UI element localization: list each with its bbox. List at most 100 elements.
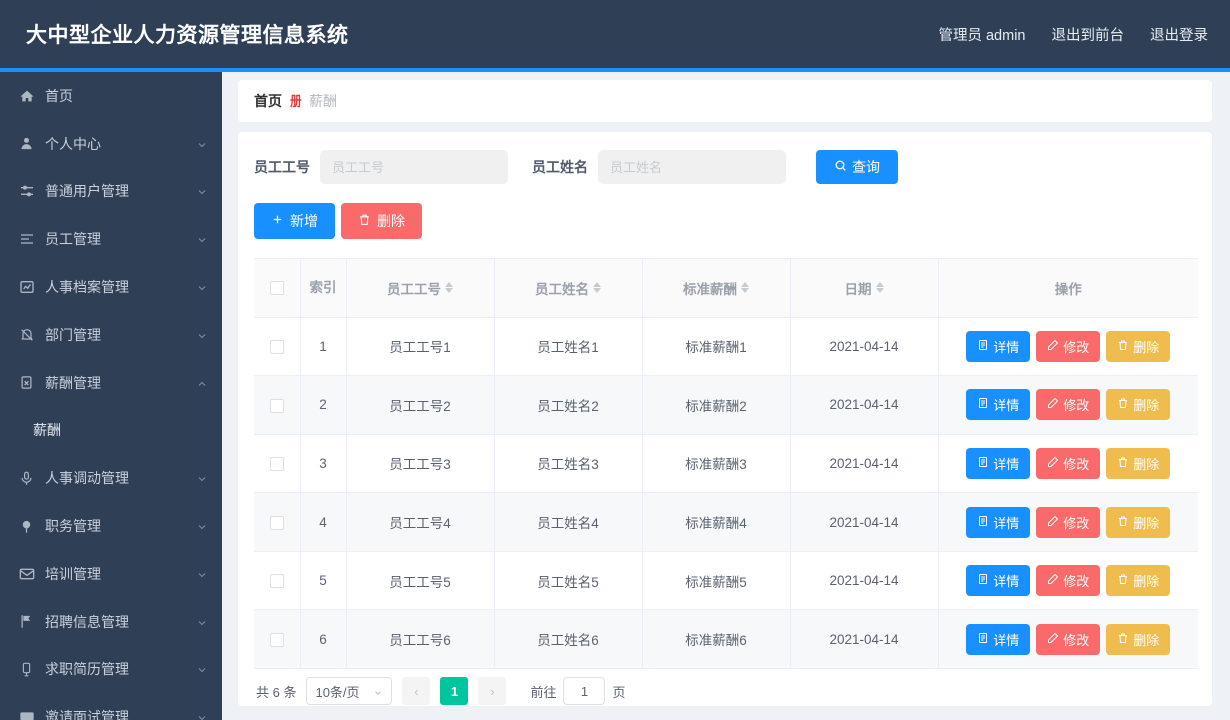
table-row: 5 员工工号5 员工姓名5 标准薪酬5 2021-04-14 详情 修改 删除 bbox=[254, 551, 1198, 611]
sidebar-subitem-salary[interactable]: 薪酬 bbox=[0, 407, 222, 455]
sidebar-item-transfer-mgmt[interactable]: 人事调动管理 bbox=[0, 454, 222, 502]
sidebar-item-label: 普通用户管理 bbox=[45, 183, 129, 200]
cell-date: 2021-04-14 bbox=[790, 551, 939, 611]
user-icon bbox=[18, 135, 35, 152]
search-form: 员工工号 员工姓名 查询 bbox=[254, 150, 1198, 184]
cell-index: 1 bbox=[300, 317, 347, 377]
sidebar-item-label: 求职简历管理 bbox=[45, 661, 129, 678]
sidebar-item-training-mgmt[interactable]: 培训管理 bbox=[0, 550, 222, 598]
chevron-down-icon bbox=[196, 185, 208, 197]
salary-table: 索引 员工工号 员工姓名 标准薪酬 日期 操作 1 员工工号1 员工姓名1 标准… bbox=[254, 258, 1198, 670]
document-icon bbox=[977, 339, 989, 354]
table-row: 6 员工工号6 员工姓名6 标准薪酬6 2021-04-14 详情 修改 删除 bbox=[254, 609, 1198, 670]
sidebar-item-position-mgmt[interactable]: 职务管理 bbox=[0, 502, 222, 550]
chevron-down-icon bbox=[373, 686, 383, 696]
pagination-jump-input[interactable] bbox=[563, 677, 606, 706]
edit-button-label: 修改 bbox=[1063, 574, 1090, 590]
detail-button-label: 详情 bbox=[993, 632, 1020, 648]
trash-icon bbox=[1117, 573, 1129, 588]
page-size-select[interactable]: 10条/页 bbox=[306, 677, 393, 706]
cell-employee-no: 员工工号4 bbox=[346, 492, 495, 552]
table-toolbar: 新增 删除 bbox=[254, 203, 1198, 239]
row-delete-button-label: 删除 bbox=[1133, 398, 1160, 414]
detail-button[interactable]: 详情 bbox=[966, 330, 1031, 362]
sidebar-item-personal-center[interactable]: 个人中心 bbox=[0, 120, 222, 168]
cell-date: 2021-04-14 bbox=[790, 609, 939, 670]
sidebar-item-resume-mgmt[interactable]: 求职简历管理 bbox=[0, 646, 222, 694]
employee-no-input[interactable] bbox=[320, 150, 508, 184]
sidebar-item-employee-mgmt[interactable]: 员工管理 bbox=[0, 215, 222, 263]
row-select-cell bbox=[254, 609, 301, 670]
th-standard-salary[interactable]: 标准薪酬 bbox=[642, 259, 791, 318]
edit-button[interactable]: 修改 bbox=[1036, 330, 1101, 362]
edit-button[interactable]: 修改 bbox=[1036, 506, 1101, 538]
cell-standard-salary: 标准薪酬1 bbox=[642, 317, 791, 377]
row-delete-button[interactable]: 删除 bbox=[1106, 389, 1171, 421]
detail-button[interactable]: 详情 bbox=[966, 447, 1031, 479]
chart-box-icon bbox=[18, 279, 35, 296]
pagination-prev-button[interactable]: ‹ bbox=[402, 677, 431, 706]
row-checkbox[interactable] bbox=[269, 398, 284, 413]
breadcrumb-home[interactable]: 首页 bbox=[254, 91, 282, 111]
sidebar-item-department-mgmt[interactable]: 部门管理 bbox=[0, 311, 222, 359]
edit-button[interactable]: 修改 bbox=[1036, 565, 1101, 597]
document-icon bbox=[977, 573, 989, 588]
main-content: 首页 册 薪酬 员工工号 员工姓名 查询 新增 bbox=[222, 72, 1230, 720]
th-index-label: 索引 bbox=[309, 279, 337, 295]
row-checkbox[interactable] bbox=[269, 340, 284, 355]
employee-name-input[interactable] bbox=[598, 150, 786, 184]
detail-button[interactable]: 详情 bbox=[966, 623, 1031, 655]
edit-button[interactable]: 修改 bbox=[1036, 447, 1101, 479]
row-delete-button[interactable]: 删除 bbox=[1106, 447, 1171, 479]
sort-icon[interactable] bbox=[593, 282, 601, 294]
row-checkbox[interactable] bbox=[269, 515, 284, 530]
sort-icon[interactable] bbox=[741, 282, 749, 294]
detail-button[interactable]: 详情 bbox=[966, 506, 1031, 538]
detail-button[interactable]: 详情 bbox=[966, 389, 1031, 421]
sort-icon[interactable] bbox=[875, 282, 884, 294]
sidebar-item-common-user-mgmt[interactable]: 普通用户管理 bbox=[0, 168, 222, 216]
cell-date: 2021-04-14 bbox=[790, 317, 939, 377]
sort-icon[interactable] bbox=[445, 282, 453, 294]
row-checkbox[interactable] bbox=[269, 457, 284, 472]
detail-button[interactable]: 详情 bbox=[966, 565, 1031, 597]
app-header: 大中型企业人力资源管理信息系统 管理员 admin 退出到前台 退出登录 bbox=[0, 0, 1230, 68]
admin-user-label[interactable]: 管理员 admin bbox=[938, 24, 1025, 45]
row-delete-button-label: 删除 bbox=[1133, 574, 1160, 590]
sidebar-item-label: 人事档案管理 bbox=[45, 279, 129, 296]
edit-button[interactable]: 修改 bbox=[1036, 623, 1101, 655]
row-checkbox[interactable] bbox=[269, 632, 284, 647]
query-button[interactable]: 查询 bbox=[816, 150, 898, 184]
select-all-checkbox[interactable] bbox=[269, 281, 284, 296]
sidebar-item-interview-invite-mgmt[interactable]: 邀请面试管理 bbox=[0, 693, 222, 720]
delete-button[interactable]: 删除 bbox=[341, 203, 422, 239]
sidebar-item-label: 部门管理 bbox=[45, 326, 101, 343]
edit-button[interactable]: 修改 bbox=[1036, 389, 1101, 421]
chevron-down-icon bbox=[196, 138, 208, 150]
row-delete-button[interactable]: 删除 bbox=[1106, 330, 1171, 362]
sidebar-item-hr-archive-mgmt[interactable]: 人事档案管理 bbox=[0, 263, 222, 311]
row-select-cell bbox=[254, 434, 301, 494]
edit-button-label: 修改 bbox=[1063, 515, 1090, 531]
add-button[interactable]: 新增 bbox=[254, 203, 335, 239]
row-delete-button[interactable]: 删除 bbox=[1106, 623, 1171, 655]
sidebar-nav[interactable]: 首页 个人中心 普通用户管理 员工管理 人事档案管理 部门管理 薪酬管理 薪酬 … bbox=[0, 72, 222, 720]
page-title: 大中型企业人力资源管理信息系统 bbox=[26, 24, 349, 47]
row-checkbox[interactable] bbox=[269, 574, 284, 589]
pagination-page-1[interactable]: 1 bbox=[440, 677, 469, 706]
sidebar-item-label: 招聘信息管理 bbox=[45, 613, 129, 630]
th-employee-no[interactable]: 员工工号 bbox=[346, 259, 495, 318]
pagination-next-button[interactable]: › bbox=[478, 677, 507, 706]
search-icon bbox=[834, 159, 847, 175]
flag-icon bbox=[18, 613, 35, 630]
row-delete-button[interactable]: 删除 bbox=[1106, 506, 1171, 538]
logout-link[interactable]: 退出登录 bbox=[1150, 24, 1208, 45]
sidebar-item-home[interactable]: 首页 bbox=[0, 72, 222, 120]
sidebar-item-salary-mgmt[interactable]: 薪酬管理 bbox=[0, 359, 222, 407]
cell-employee-no: 员工工号3 bbox=[346, 434, 495, 494]
exit-to-front-link[interactable]: 退出到前台 bbox=[1052, 24, 1125, 45]
th-date[interactable]: 日期 bbox=[790, 259, 939, 318]
th-employee-name[interactable]: 员工姓名 bbox=[494, 259, 643, 318]
row-delete-button[interactable]: 删除 bbox=[1106, 565, 1171, 597]
sidebar-item-recruit-info-mgmt[interactable]: 招聘信息管理 bbox=[0, 598, 222, 646]
